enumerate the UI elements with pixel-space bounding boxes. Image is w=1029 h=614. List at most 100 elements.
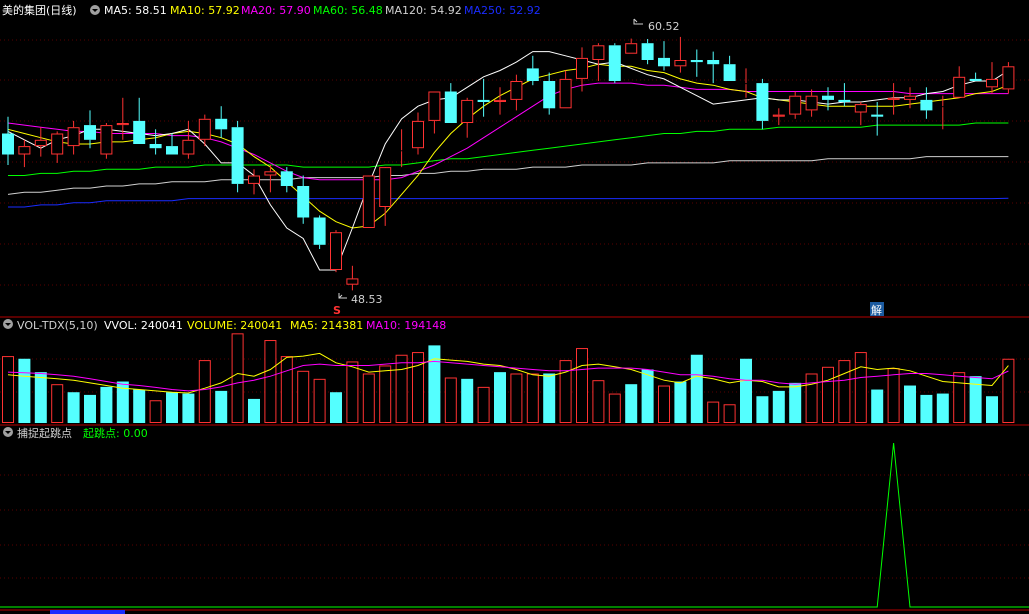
candle-body [313, 217, 326, 245]
candle-body [690, 60, 703, 63]
volume-bar [526, 373, 539, 423]
candle-body [494, 99, 506, 103]
candle [100, 123, 113, 159]
volume-bar [625, 384, 638, 423]
ma20-label: MA20: 57.90 [241, 4, 311, 17]
signal-value-label: 起跳点: 0.00 [83, 426, 148, 440]
volume-bar [805, 373, 818, 423]
volume-bar [543, 373, 556, 423]
jie-marker: 解 [871, 303, 882, 317]
candle-body [264, 171, 277, 176]
volume-bar [18, 358, 31, 423]
volume-bar [953, 372, 966, 424]
volume-bar [871, 389, 884, 423]
ma60-label: MA60: 56.48 [313, 4, 383, 17]
candle-body [2, 133, 14, 155]
volume-bar [658, 385, 670, 424]
collapse-toggle-icon[interactable] [90, 5, 100, 15]
volume-bar [576, 348, 588, 424]
candle-body [198, 118, 211, 140]
volume-bar [1002, 358, 1015, 423]
signal-collapse-icon[interactable] [3, 427, 13, 437]
volume-bar [608, 393, 621, 424]
candle-body [280, 171, 293, 186]
candle-body [67, 127, 80, 147]
volume-bar [822, 366, 834, 424]
volume-bar [756, 396, 769, 423]
candle-body [362, 175, 375, 228]
volume-label: VOLUME: 240041 [187, 319, 282, 332]
volume-bar [362, 373, 375, 423]
volume-bar [84, 394, 96, 423]
candle-body [789, 95, 802, 115]
candle-body [822, 95, 834, 100]
signal-title: 捕捉起跳点 [17, 426, 72, 440]
candle [1002, 62, 1015, 94]
candle [231, 120, 244, 193]
candle-body [723, 64, 736, 81]
volume-bar [494, 372, 506, 423]
volume-bar [231, 333, 244, 423]
volume-bar [379, 365, 392, 423]
volume-bar [346, 361, 359, 423]
candle-body [1002, 66, 1015, 90]
candle [608, 43, 621, 84]
volume-bar [395, 354, 408, 423]
candle-body [543, 81, 556, 109]
candle-body [510, 81, 523, 100]
volume-bar [707, 401, 720, 423]
volume-bar [198, 360, 211, 423]
volume-bar [838, 360, 851, 423]
candle-body [805, 95, 818, 111]
sell-signal-marker: S [333, 304, 341, 317]
ma120-label: MA120: 54.92 [385, 4, 462, 17]
candle-body [707, 60, 720, 65]
candle-body [444, 91, 457, 123]
candle-body [576, 57, 588, 79]
volume-bar [444, 377, 457, 423]
candle-body [116, 123, 129, 126]
candle-body [133, 120, 146, 144]
candle-body [920, 99, 933, 111]
candle-body [772, 114, 785, 117]
candle [330, 230, 342, 273]
volume-bar [904, 385, 916, 423]
candle-body [756, 83, 769, 121]
candle-body [559, 78, 572, 109]
volume-bar [592, 380, 605, 424]
low-price-label: 48.53 [351, 293, 383, 306]
candle-body [412, 120, 424, 149]
stock-chart[interactable]: 美的集团(日线) MA5: 58.51 MA10: 57.92 MA20: 57… [0, 0, 1029, 614]
candle-body [84, 125, 96, 140]
scrollbar-thumb[interactable] [50, 610, 125, 614]
candle [362, 175, 375, 228]
candle-body [248, 175, 260, 184]
volume-bar [330, 392, 342, 423]
high-price-label: 60.52 [648, 20, 680, 33]
volume-collapse-icon[interactable] [3, 319, 13, 329]
candle-body [674, 60, 687, 67]
candle-body [658, 57, 670, 67]
volume-bar [936, 393, 949, 423]
candle [313, 215, 326, 249]
volume-bar [510, 373, 523, 423]
candle-body [182, 139, 195, 155]
volume-bar [789, 382, 802, 423]
ma250-label: MA250: 52.92 [464, 4, 541, 17]
candle-body [379, 167, 392, 208]
vvol-label: VVOL: 240041 [104, 319, 183, 332]
candle-body [34, 139, 47, 147]
volume-bar [854, 352, 867, 423]
volume-bar [67, 392, 80, 423]
candle-body [887, 97, 900, 100]
volume-bar [34, 372, 47, 423]
volume-bar [461, 378, 474, 423]
volume-bar [133, 389, 146, 423]
candle-body [641, 43, 654, 60]
stock-title: 美的集团(日线) [2, 3, 77, 17]
volume-bar [313, 378, 326, 423]
volume-bar [215, 390, 228, 423]
candle-body [166, 146, 178, 155]
volume-bar [920, 394, 933, 423]
candle-body [526, 68, 539, 81]
